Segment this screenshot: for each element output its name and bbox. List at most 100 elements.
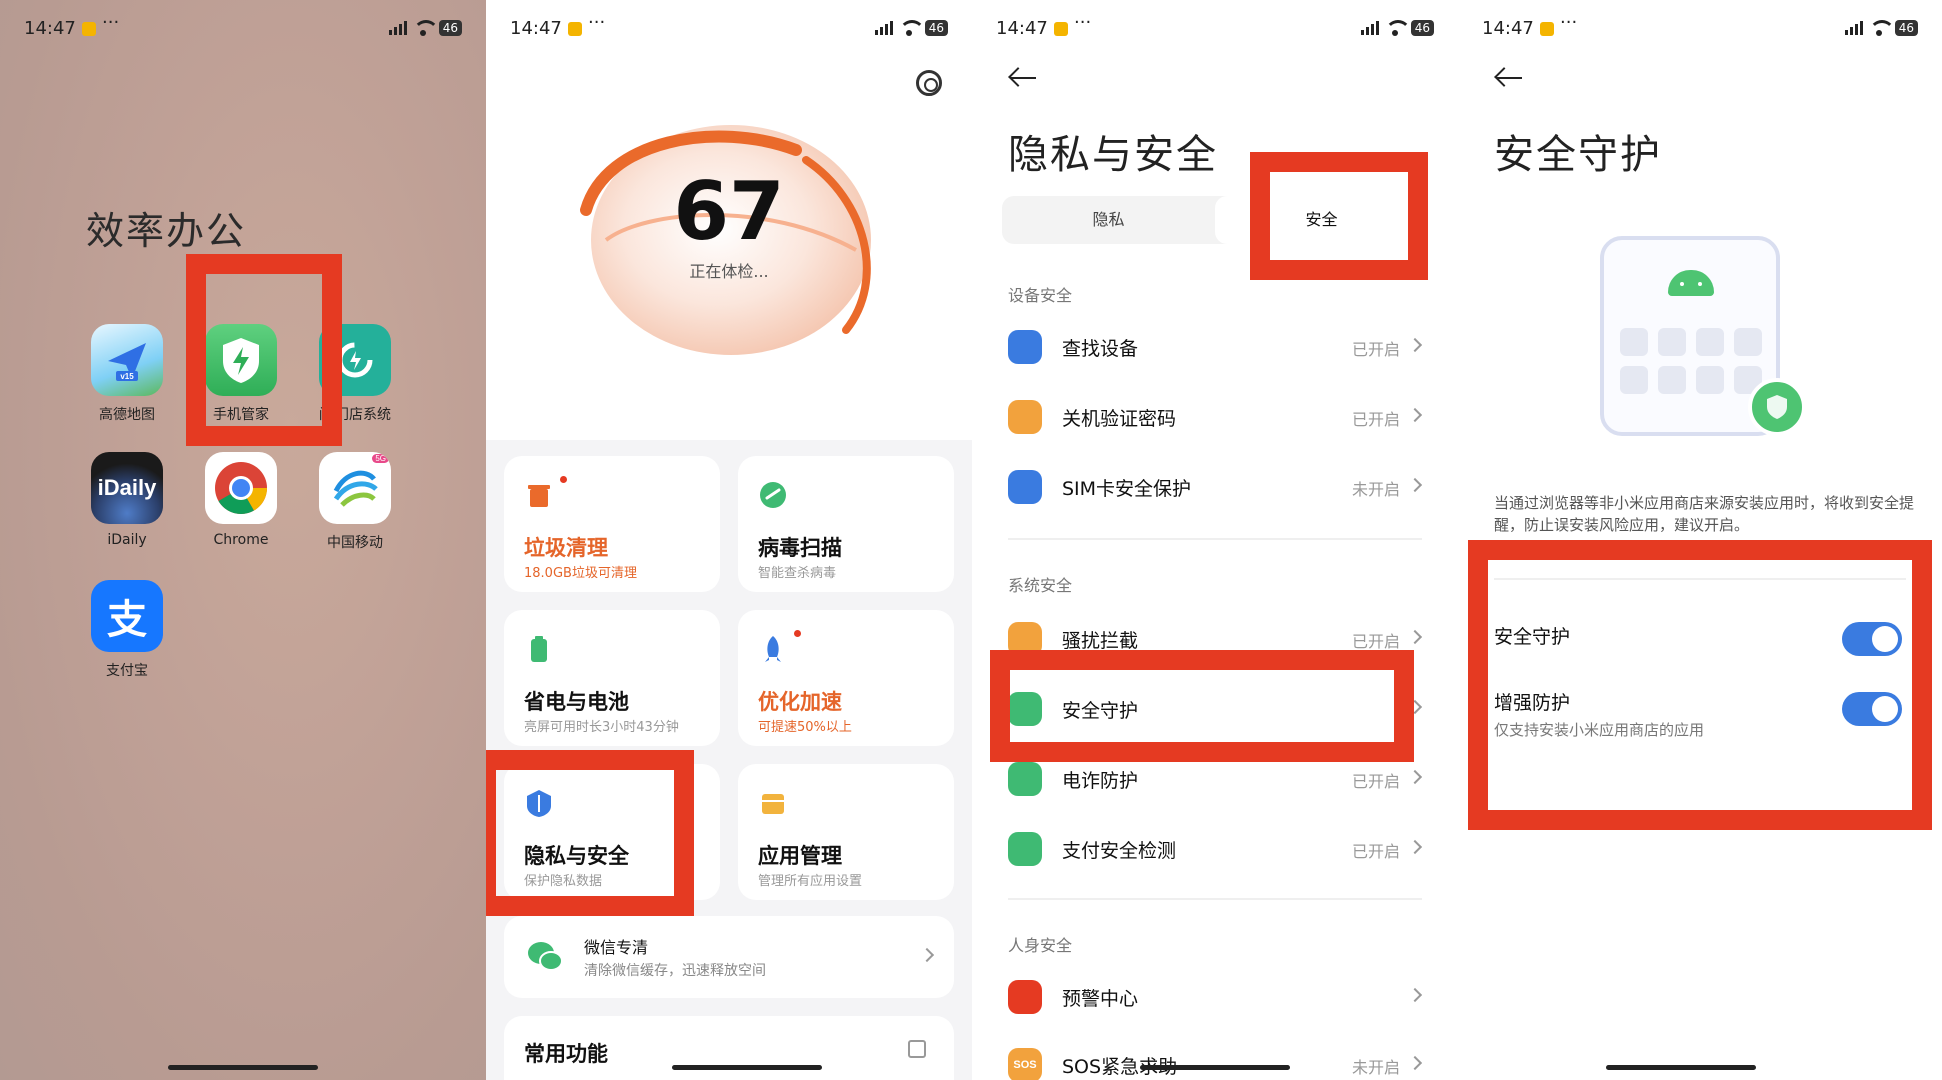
wechat-icon — [528, 942, 563, 971]
feature-description: 当通过浏览器等非小米应用商店来源安装应用时，将收到安全提醒，防止误安装风险应用，… — [1494, 494, 1915, 534]
card-junk-clean[interactable]: 垃圾清理 18.0GB垃圾可清理 — [504, 456, 720, 592]
row-value: 未开启 — [1351, 480, 1400, 499]
home-indicator — [1140, 1065, 1290, 1070]
row-sim-protection[interactable]: SIM卡安全保护 未开启 — [1008, 460, 1423, 510]
signal-icon — [1360, 21, 1379, 35]
wifi-icon — [412, 20, 439, 36]
status-more: ··· — [102, 12, 120, 33]
trash-icon — [528, 485, 550, 507]
row-sos[interactable]: SOS SOS紧急求助 未开启 — [1008, 1038, 1423, 1080]
red-dot-badge — [560, 476, 567, 483]
battery-icon: 46 — [1410, 20, 1434, 36]
tab-privacy[interactable]: 隐私 — [1002, 196, 1215, 244]
highlight-box-security-guard — [990, 650, 1414, 762]
row-alert-center[interactable]: 预警中心 — [1008, 970, 1423, 1020]
chevron-right-icon — [1407, 987, 1423, 1003]
highlight-box-toggles — [1468, 540, 1932, 830]
card-subtitle: 智能查杀病毒 — [758, 566, 837, 581]
row-find-device[interactable]: 查找设备 已开启 — [1008, 320, 1423, 370]
wechat-clean-row[interactable]: 微信专清 清除微信缓存，迅速释放空间 — [504, 916, 954, 998]
battery-icon: 46 — [924, 20, 948, 36]
security-guard-panel: 14:47 ··· 46 安全守护 当通过浏览器等非小米应用商店来源安装应用时，… — [1458, 0, 1942, 1080]
wifi-icon — [898, 20, 925, 36]
status-bar: 14:47 ··· 46 — [1482, 12, 1918, 42]
row-payment-check[interactable]: 支付安全检测 已开启 — [1008, 822, 1423, 872]
app-gaode-map[interactable]: v15 高德地图 — [72, 324, 182, 424]
highlight-box-security-tab — [1250, 152, 1428, 280]
card-title: 垃圾清理 — [524, 536, 608, 560]
payment-check-icon — [1008, 832, 1042, 866]
signal-icon — [874, 21, 893, 35]
status-time: 14:47 — [24, 18, 76, 39]
section-header-device: 设备安全 — [1008, 286, 1073, 305]
back-arrow-icon[interactable] — [1494, 68, 1524, 88]
chevron-right-icon — [919, 947, 935, 963]
folder-title: 效率办公 — [86, 209, 247, 253]
divider — [1008, 898, 1422, 900]
row-label: 骚扰拦截 — [1062, 630, 1139, 652]
card-virus-scan[interactable]: 病毒扫描 智能查杀病毒 — [738, 456, 954, 592]
status-more: ··· — [588, 12, 606, 33]
app-chrome[interactable]: Chrome — [186, 452, 296, 548]
lock-icon — [1008, 400, 1042, 434]
page-title: 安全守护 — [1494, 132, 1662, 178]
card-app-management[interactable]: 应用管理 管理所有应用设置 — [738, 764, 954, 900]
app-alipay[interactable]: 支 支付宝 — [72, 580, 182, 680]
phone-icon — [1008, 762, 1042, 796]
wifi-icon — [1868, 20, 1895, 36]
chevron-right-icon — [1407, 839, 1423, 855]
status-bar: 14:47 ··· 46 — [996, 12, 1434, 42]
notification-dot-icon — [568, 22, 582, 36]
chrome-icon — [205, 452, 277, 524]
edit-icon[interactable] — [908, 1040, 926, 1058]
row-value: 已开启 — [1351, 632, 1400, 651]
alert-bell-icon — [1008, 980, 1042, 1014]
alipay-icon: 支 — [91, 580, 163, 652]
5g-badge: 5G — [372, 454, 389, 463]
card-title: 优化加速 — [758, 690, 842, 714]
battery-icon: 46 — [1894, 20, 1918, 36]
row-label: 预警中心 — [1062, 988, 1139, 1010]
status-bar: 14:47 ··· 46 — [510, 12, 948, 42]
card-title: 应用管理 — [758, 844, 842, 868]
highlight-box-privacy-security — [486, 750, 694, 916]
row-value: 已开启 — [1351, 410, 1400, 429]
highlight-box-phone-manager — [186, 254, 342, 446]
row-label: 支付安全检测 — [1062, 840, 1177, 862]
row-label: 关机验证密码 — [1062, 408, 1177, 430]
app-idaily[interactable]: iDaily iDaily — [72, 452, 182, 548]
settings-gear-icon[interactable] — [916, 70, 942, 96]
find-device-icon — [1008, 330, 1042, 364]
card-title: 省电与电池 — [524, 690, 629, 714]
chevron-right-icon — [1407, 629, 1423, 645]
row-shutdown-password[interactable]: 关机验证密码 已开启 — [1008, 390, 1423, 440]
row-value: 已开启 — [1351, 340, 1400, 359]
app-label: iDaily — [107, 532, 147, 548]
section-header-system: 系统安全 — [1008, 576, 1073, 595]
card-optimize[interactable]: 优化加速 可提速50%以上 — [738, 610, 954, 746]
common-functions-card: 常用功能 — [504, 1016, 954, 1080]
privacy-security-panel: 14:47 ··· 46 隐私与安全 隐私 安全 设备安全 查找设备 已开启 关… — [972, 0, 1458, 1080]
common-functions-title: 常用功能 — [524, 1042, 608, 1066]
divider — [1008, 538, 1422, 540]
back-arrow-icon[interactable] — [1008, 68, 1038, 88]
home-indicator — [1606, 1065, 1756, 1070]
notification-dot-icon — [1054, 22, 1068, 36]
status-time: 14:47 — [510, 18, 562, 39]
app-label: 中国移动 — [327, 535, 383, 551]
battery-icon: 46 — [438, 20, 462, 36]
chevron-right-icon — [1407, 477, 1423, 493]
home-indicator — [168, 1065, 318, 1070]
sim-card-icon — [1008, 470, 1042, 504]
wechat-subtitle: 清除微信缓存，迅速释放空间 — [584, 963, 766, 979]
status-time: 14:47 — [1482, 18, 1534, 39]
card-subtitle: 18.0GB垃圾可清理 — [524, 566, 637, 581]
card-battery[interactable]: 省电与电池 亮屏可用时长3小时43分钟 — [504, 610, 720, 746]
wechat-title: 微信专清 — [584, 938, 649, 957]
rocket-icon — [765, 636, 781, 662]
app-label: 门店系统 — [335, 407, 391, 423]
section-header-personal: 人身安全 — [1008, 936, 1073, 955]
app-label: 支付宝 — [106, 663, 148, 679]
app-china-mobile[interactable]: 5G 中国移动 — [300, 452, 410, 552]
row-value: 已开启 — [1351, 842, 1400, 861]
